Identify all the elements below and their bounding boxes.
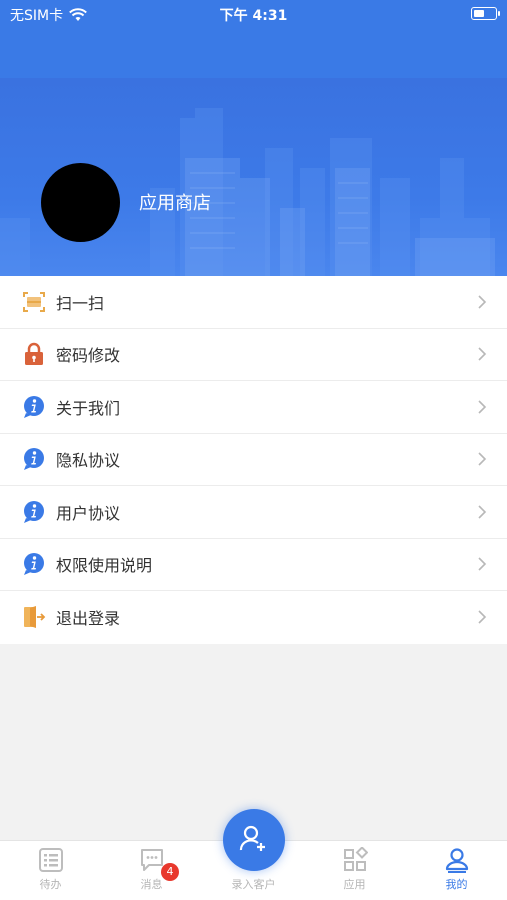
header-band [0, 30, 507, 78]
menu-label: 隐私协议 [56, 451, 121, 471]
profile-banner: 应用商店 [0, 78, 507, 276]
tab-messages[interactable]: 4 消息 [101, 841, 202, 900]
info-icon [24, 500, 44, 523]
battery-icon [471, 7, 500, 20]
profile-name: 应用商店 [139, 193, 211, 214]
add-user-icon [239, 825, 265, 851]
info-icon [24, 553, 44, 576]
tab-label: 录入客户 [231, 878, 276, 891]
chevron-right-icon [478, 505, 487, 519]
scan-icon [23, 291, 45, 312]
menu-label: 用户协议 [56, 503, 121, 523]
menu-item-about-us[interactable]: 关于我们 [0, 381, 507, 434]
logout-icon [24, 606, 46, 629]
menu-label: 密码修改 [56, 346, 121, 366]
tab-todo[interactable]: 待办 [0, 841, 101, 900]
chevron-right-icon [478, 400, 487, 414]
tab-mine[interactable]: 我的 [406, 841, 507, 900]
menu-label: 权限使用说明 [56, 556, 153, 576]
menu-label: 关于我们 [56, 398, 121, 418]
todo-list-icon [38, 848, 63, 872]
chevron-right-icon [478, 557, 487, 571]
info-icon [24, 448, 44, 471]
tab-label: 消息 [140, 878, 163, 891]
user-profile-icon [445, 848, 468, 873]
menu-item-scan[interactable]: 扫一扫 [0, 276, 507, 329]
status-bar: 无SIM卡 下午 4:31 [0, 0, 507, 30]
chevron-right-icon [478, 452, 487, 466]
menu-label: 退出登录 [56, 609, 121, 629]
menu-item-permissions[interactable]: 权限使用说明 [0, 539, 507, 591]
avatar[interactable] [41, 163, 120, 242]
add-customer-button[interactable] [223, 809, 285, 871]
menu-label: 扫一扫 [56, 293, 105, 313]
menu-item-privacy-policy[interactable]: 隐私协议 [0, 434, 507, 486]
status-time: 下午 4:31 [219, 8, 288, 24]
menu-item-user-agreement[interactable]: 用户协议 [0, 486, 507, 539]
menu-item-logout[interactable]: 退出登录 [0, 591, 507, 644]
tab-label: 我的 [445, 878, 468, 891]
tab-apps[interactable]: 应用 [304, 841, 405, 900]
tab-label: 待办 [39, 878, 62, 891]
chevron-right-icon [478, 347, 487, 361]
tab-label: 应用 [343, 878, 366, 891]
menu-item-change-password[interactable]: 密码修改 [0, 329, 507, 381]
lock-icon [25, 343, 43, 366]
chevron-right-icon [478, 295, 487, 309]
info-icon [24, 395, 44, 418]
apps-grid-icon [343, 847, 368, 871]
settings-menu: 扫一扫 密码修改 关于我们 隐私协议 用户协议 权限使用说明 退出登录 [0, 276, 507, 644]
chevron-right-icon [478, 610, 487, 624]
